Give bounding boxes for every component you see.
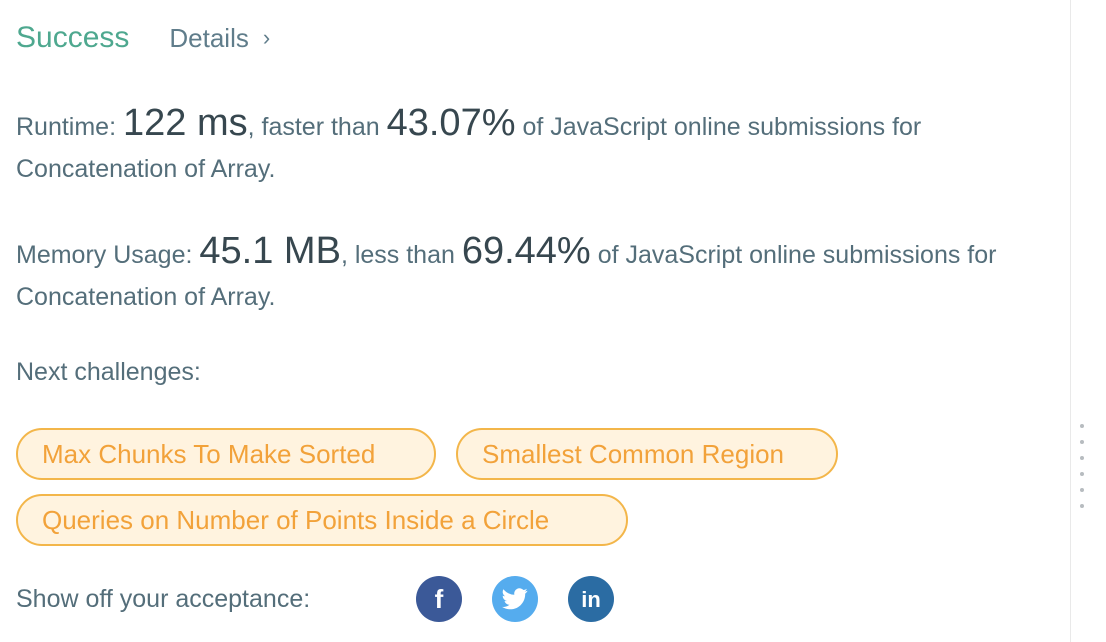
runtime-label: Runtime: [16,113,117,141]
challenge-tag-max-chunks[interactable]: Max Chunks To Make Sorted [16,428,436,480]
details-label: Details [169,22,249,53]
challenge-tag-smallest-common-region[interactable]: Smallest Common Region [456,428,838,480]
memory-stat: Memory Usage: 45.1 MB, less than 69.44% … [16,230,1026,318]
submission-result-panel: Success Details › Runtime: 122 ms, faste… [0,0,1106,642]
memory-comparison: , less than [340,241,455,269]
runtime-value: 122 ms [123,102,248,144]
facebook-icon[interactable]: f [416,576,462,622]
facebook-glyph: f [435,585,444,613]
runtime-comparison: , faster than [247,113,380,141]
status-row: Success Details › [16,18,270,58]
challenge-tag-queries-points-circle[interactable]: Queries on Number of Points Inside a Cir… [16,494,628,546]
chevron-right-icon: › [262,25,271,50]
panel-divider [1070,0,1071,642]
memory-label: Memory Usage: [16,241,193,269]
next-challenges-label: Next challenges: [16,358,201,386]
resize-handle[interactable] [1079,424,1085,514]
share-label: Show off your acceptance: [16,584,311,613]
runtime-stat: Runtime: 122 ms, faster than 43.07% of J… [16,102,1026,190]
memory-percent: 69.44% [461,230,591,272]
details-link[interactable]: Details › [169,23,270,54]
linkedin-icon[interactable]: in [568,576,614,622]
share-row: Show off your acceptance: f in [16,576,644,622]
memory-value: 45.1 MB [199,230,341,272]
runtime-percent: 43.07% [386,102,516,144]
twitter-icon[interactable] [492,576,538,622]
linkedin-glyph: in [581,587,601,612]
status-success: Success [16,21,130,54]
